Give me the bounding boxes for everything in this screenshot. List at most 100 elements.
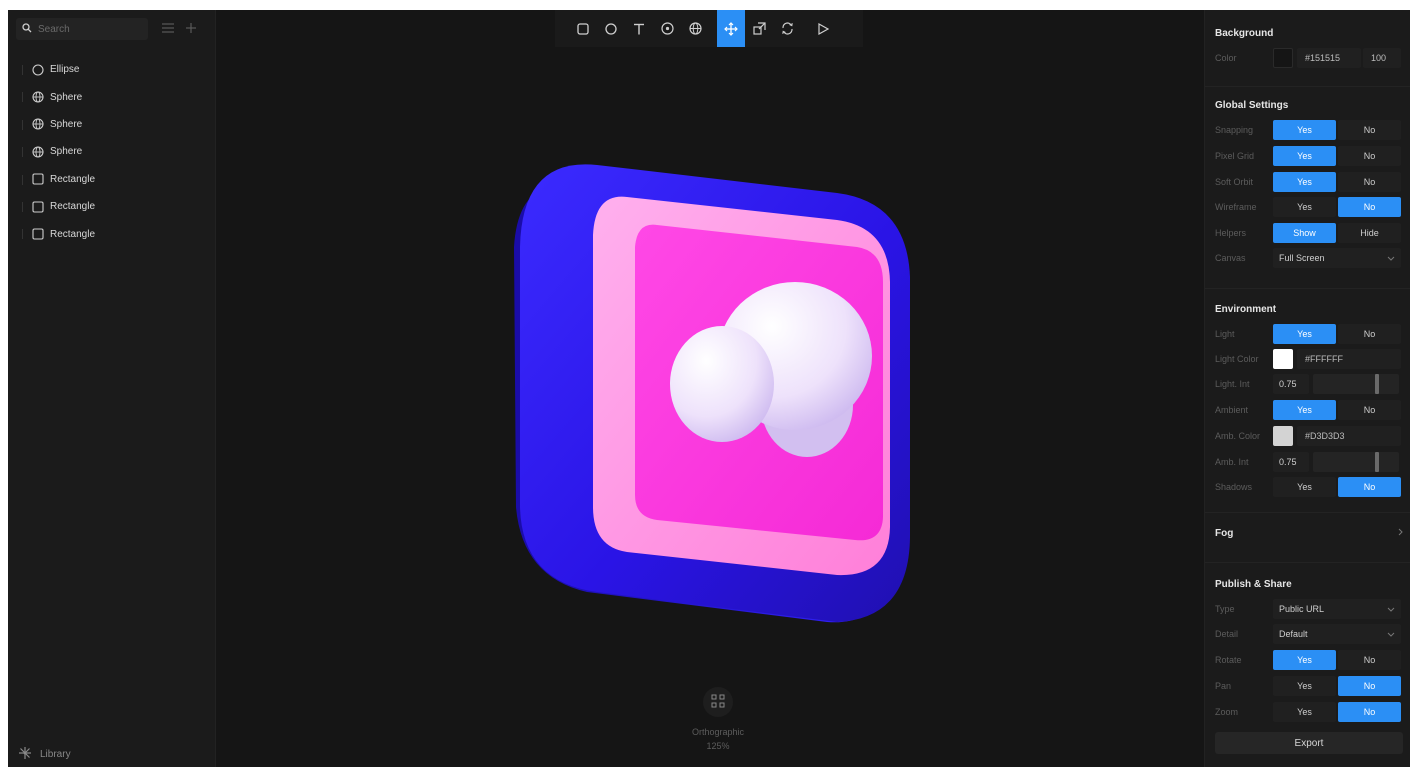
segmented-toggle: Show Hide bbox=[1273, 223, 1401, 243]
toggle-option-no[interactable]: No bbox=[1338, 400, 1401, 420]
segmented-toggle: Yes No bbox=[1273, 172, 1401, 192]
library-icon bbox=[18, 746, 32, 763]
segmented-toggle: Yes No bbox=[1273, 146, 1401, 166]
segmented-toggle: Yes No bbox=[1273, 400, 1401, 420]
play-icon[interactable] bbox=[809, 10, 837, 47]
setting-label: Light bbox=[1215, 329, 1235, 339]
list-icon[interactable] bbox=[162, 22, 174, 36]
layer-item[interactable]: Rectangle bbox=[22, 193, 208, 220]
rotate-row: Rotate Yes No bbox=[1215, 650, 1403, 670]
toggle-option-yes[interactable]: Yes bbox=[1273, 324, 1336, 344]
pan-row: Pan Yes No bbox=[1215, 676, 1403, 696]
segmented-toggle: Yes No bbox=[1273, 477, 1401, 497]
rectangle-icon bbox=[32, 173, 44, 185]
toggle-option-no[interactable]: No bbox=[1338, 650, 1401, 670]
layer-item[interactable]: Sphere bbox=[22, 138, 208, 165]
chevron-down-icon bbox=[1387, 629, 1395, 639]
move-tool-icon[interactable] bbox=[717, 10, 745, 47]
segmented-toggle: Yes No bbox=[1273, 676, 1401, 696]
layer-label: Rectangle bbox=[50, 228, 96, 240]
chevron-down-icon bbox=[1387, 253, 1395, 263]
rectangle-tool-icon[interactable] bbox=[569, 10, 597, 47]
rotate-tool-icon[interactable] bbox=[773, 10, 801, 47]
detail-select[interactable]: Default bbox=[1273, 624, 1401, 644]
layer-item[interactable]: Rectangle bbox=[22, 220, 208, 247]
view-mode-button[interactable] bbox=[703, 687, 733, 717]
ambient-intensity-value[interactable]: 0.75 bbox=[1273, 452, 1309, 472]
toggle-option-hide[interactable]: Hide bbox=[1338, 223, 1401, 243]
canvas-row: Canvas Full Screen bbox=[1215, 248, 1403, 268]
toggle-option-yes[interactable]: Yes bbox=[1273, 650, 1336, 670]
toggle-option-yes[interactable]: Yes bbox=[1273, 172, 1336, 192]
toggle-option-no[interactable]: No bbox=[1338, 702, 1401, 722]
search-row bbox=[16, 18, 208, 40]
viewport-canvas[interactable]: Orthographic 125% bbox=[217, 47, 1204, 767]
toggle-option-no[interactable]: No bbox=[1338, 146, 1401, 166]
export-button[interactable]: Export bbox=[1215, 732, 1403, 754]
sphere-tool-icon[interactable] bbox=[653, 10, 681, 47]
toggle-option-no[interactable]: No bbox=[1338, 676, 1401, 696]
sphere-icon bbox=[32, 118, 44, 131]
light-row: Light Yes No bbox=[1215, 324, 1403, 344]
slider-handle[interactable] bbox=[1375, 452, 1379, 472]
layer-label: Rectangle bbox=[50, 173, 96, 185]
segmented-toggle: Yes No bbox=[1273, 650, 1401, 670]
toggle-option-yes[interactable]: Yes bbox=[1273, 146, 1336, 166]
light-color-value[interactable]: #FFFFFF bbox=[1297, 349, 1401, 369]
ellipse-tool-icon[interactable] bbox=[597, 10, 625, 47]
light-color-row: Light Color #FFFFFF bbox=[1215, 349, 1403, 369]
toggle-option-no[interactable]: No bbox=[1338, 324, 1401, 344]
toggle-option-yes[interactable]: Yes bbox=[1273, 400, 1336, 420]
background-swatch[interactable] bbox=[1273, 48, 1293, 68]
ambient-intensity-label: Amb. Int bbox=[1215, 457, 1249, 467]
layer-item[interactable]: Sphere bbox=[22, 83, 208, 110]
background-color-value[interactable]: #151515 bbox=[1297, 48, 1361, 68]
layer-item[interactable]: Rectangle bbox=[22, 166, 208, 193]
type-label: Type bbox=[1215, 604, 1235, 614]
ambient-color-swatch[interactable] bbox=[1273, 426, 1293, 446]
canvas-select[interactable]: Full Screen bbox=[1273, 248, 1401, 268]
toggle-option-no[interactable]: No bbox=[1338, 120, 1401, 140]
library-button[interactable]: Library bbox=[18, 746, 71, 763]
light-color-label: Light Color bbox=[1215, 354, 1259, 364]
slider-handle[interactable] bbox=[1375, 374, 1379, 394]
toggle-option-yes[interactable]: Yes bbox=[1273, 120, 1336, 140]
background-opacity[interactable]: 100 bbox=[1363, 48, 1401, 68]
search-input[interactable] bbox=[38, 23, 138, 35]
toggle-option-no[interactable]: No bbox=[1338, 197, 1401, 217]
toggle-option-yes[interactable]: Yes bbox=[1273, 477, 1336, 497]
top-toolbar bbox=[555, 10, 863, 47]
view-mode-control: Orthographic 125% bbox=[680, 687, 756, 753]
library-label: Library bbox=[40, 749, 71, 760]
add-icon[interactable] bbox=[186, 22, 196, 36]
layer-item[interactable]: Ellipse bbox=[22, 56, 208, 83]
publish-title: Publish & Share bbox=[1215, 579, 1292, 590]
layer-label: Rectangle bbox=[50, 201, 96, 213]
light-intensity-value[interactable]: 0.75 bbox=[1273, 374, 1309, 394]
zoom-level: 125% bbox=[706, 741, 730, 751]
toggle-option-no[interactable]: No bbox=[1338, 172, 1401, 192]
text-tool-icon[interactable] bbox=[625, 10, 653, 47]
toggle-option-yes[interactable]: Yes bbox=[1273, 702, 1336, 722]
light-color-swatch[interactable] bbox=[1273, 349, 1293, 369]
globe-tool-icon[interactable] bbox=[681, 10, 709, 47]
setting-label: Soft Orbit bbox=[1215, 177, 1254, 187]
scene-3d-icon[interactable] bbox=[217, 47, 1204, 687]
search-box[interactable] bbox=[16, 18, 148, 40]
type-select[interactable]: Public URL bbox=[1273, 599, 1401, 619]
toggle-option-no[interactable]: No bbox=[1338, 477, 1401, 497]
ambient-intensity-slider[interactable] bbox=[1313, 452, 1399, 472]
toggle-option-yes[interactable]: Yes bbox=[1273, 676, 1336, 696]
scale-tool-icon[interactable] bbox=[745, 10, 773, 47]
setting-label: Ambient bbox=[1215, 405, 1249, 415]
layer-item[interactable]: Sphere bbox=[22, 111, 208, 138]
toggle-option-yes[interactable]: Yes bbox=[1273, 197, 1336, 217]
ambient-color-value[interactable]: #D3D3D3 bbox=[1297, 426, 1401, 446]
layers-panel: Ellipse Sphere Sphere Sphere Rectangle Rectan… bbox=[8, 10, 216, 767]
divider bbox=[1205, 86, 1410, 87]
setting-label: Zoom bbox=[1215, 707, 1239, 717]
environment-title: Environment bbox=[1215, 304, 1277, 315]
toggle-option-show[interactable]: Show bbox=[1273, 223, 1336, 243]
fog-section-toggle[interactable]: Fog bbox=[1215, 528, 1403, 539]
light-intensity-slider[interactable] bbox=[1313, 374, 1399, 394]
